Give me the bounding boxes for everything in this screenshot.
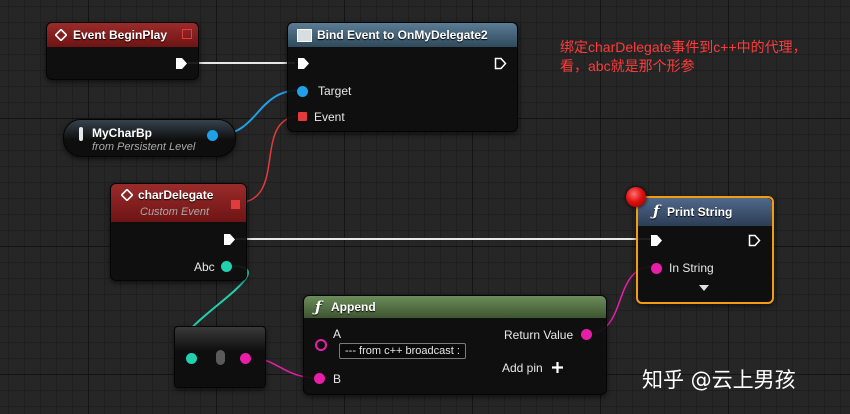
function-f-icon: ƒ	[315, 298, 322, 316]
bind-event-icon	[297, 29, 312, 42]
append-node[interactable]: ƒ Append A --- from c++ broadcast : B Re…	[303, 295, 607, 395]
append-title: Append	[331, 300, 376, 314]
mycharbp-subtitle: from Persistent Level	[92, 141, 196, 153]
function-f-icon: ƒ	[653, 202, 660, 220]
b-label: B	[333, 372, 342, 386]
return-value-label: Return Value	[504, 328, 574, 342]
bind-event-node[interactable]: Bind Event to OnMyDelegate2 Target Event	[287, 22, 518, 132]
b-input-pin[interactable]	[314, 373, 325, 384]
event-beginplay-header[interactable]: Event BeginPlay	[47, 23, 198, 47]
print-string-node[interactable]: ƒ Print String In String	[636, 196, 774, 304]
in-string-label: In String	[669, 261, 714, 275]
conversion-output-pin[interactable]	[240, 353, 251, 364]
variable-capsule-icon	[79, 127, 83, 141]
mycharbp-output-pin[interactable]	[207, 130, 218, 141]
annotation-text: 绑定charDelegate事件到c++中的代理， 看，abc就是那个形参	[560, 38, 807, 76]
exec-out-pin[interactable]	[748, 234, 761, 247]
chevron-down-icon[interactable]	[698, 284, 710, 292]
append-header[interactable]: ƒ Append	[304, 296, 606, 318]
a-label: A	[333, 327, 342, 341]
in-string-pin[interactable]	[651, 263, 662, 274]
a-text-input[interactable]: --- from c++ broadcast :	[339, 343, 466, 359]
abc-output-pin[interactable]	[221, 261, 232, 272]
breakpoint-indicator[interactable]	[626, 187, 646, 207]
annotation-line-1: 绑定charDelegate事件到c++中的代理，	[560, 39, 807, 55]
print-string-header[interactable]: ƒ Print String	[638, 198, 772, 226]
print-string-title: Print String	[667, 205, 733, 219]
annotation-line-2: 看，abc就是那个形参	[560, 58, 695, 74]
delegate-square-icon[interactable]	[182, 29, 192, 39]
chardelegate-header[interactable]: charDelegate Custom Event	[111, 184, 246, 222]
chardelegate-title: charDelegate	[138, 188, 214, 202]
delegate-output-pin[interactable]	[231, 200, 240, 209]
exec-in-pin[interactable]	[297, 57, 310, 70]
diamond-event-icon	[121, 189, 133, 201]
exec-in-pin[interactable]	[650, 234, 663, 247]
exec-out-pin[interactable]	[494, 57, 507, 70]
event-label: Event	[314, 110, 345, 124]
event-beginplay-title: Event BeginPlay	[73, 28, 168, 42]
target-label: Target	[318, 84, 352, 98]
plus-icon[interactable]	[552, 362, 563, 373]
chardelegate-subtitle: Custom Event	[140, 206, 210, 218]
return-value-pin[interactable]	[581, 329, 592, 340]
bind-event-title: Bind Event to OnMyDelegate2	[317, 28, 488, 42]
target-pin[interactable]	[297, 86, 308, 97]
exec-out-pin[interactable]	[175, 57, 188, 70]
chardelegate-event-node[interactable]: charDelegate Custom Event Abc	[110, 183, 247, 281]
mycharbp-title: MyCharBp	[92, 126, 153, 140]
conversion-icon	[216, 350, 225, 365]
watermark: 知乎 @云上男孩	[642, 368, 796, 392]
conversion-node[interactable]	[174, 326, 266, 388]
a-input-pin[interactable]	[315, 339, 327, 351]
event-pin[interactable]	[298, 112, 307, 121]
abc-label: Abc	[194, 260, 215, 274]
event-beginplay-node[interactable]: Event BeginPlay	[46, 22, 199, 80]
exec-out-pin[interactable]	[223, 233, 236, 246]
bind-event-header[interactable]: Bind Event to OnMyDelegate2	[288, 23, 517, 47]
add-pin-label[interactable]: Add pin	[502, 361, 543, 375]
diamond-event-icon	[55, 29, 67, 41]
conversion-input-pin[interactable]	[186, 353, 197, 364]
mycharbp-variable-node[interactable]: MyCharBp from Persistent Level	[63, 119, 236, 157]
